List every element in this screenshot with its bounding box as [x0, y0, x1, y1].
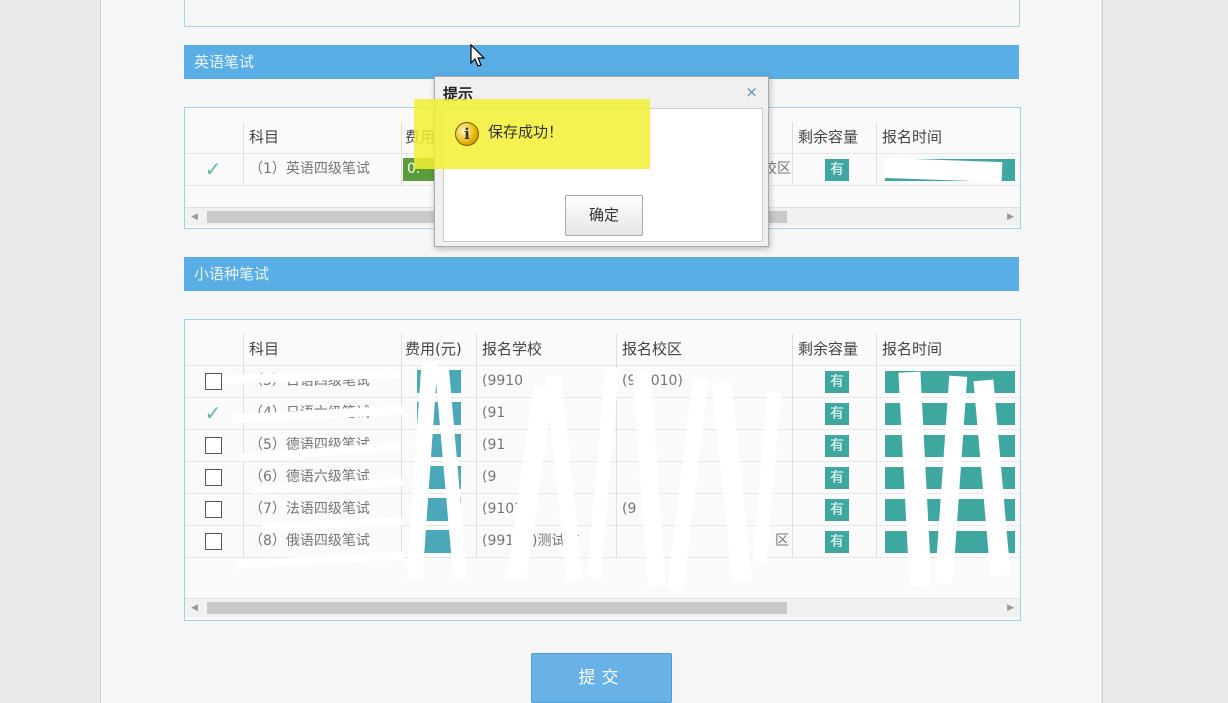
- minor-header-row: 科目 费用(元) 报名学校 报名校区 剩余容量 报名时间: [185, 334, 1020, 366]
- col-fee: 费用(元): [405, 340, 462, 358]
- col-subject: 科目: [249, 340, 280, 358]
- checkbox[interactable]: [205, 373, 222, 390]
- col-time: 报名时间: [882, 128, 943, 146]
- row-campus: (9)1010): [622, 373, 683, 389]
- capacity-badge: 有: [825, 435, 849, 457]
- previous-section-box: [184, 0, 1020, 27]
- scroll-left-icon[interactable]: ◀: [191, 208, 198, 226]
- divider: [243, 122, 244, 186]
- capacity-badge: 有: [825, 531, 849, 553]
- col-school: 报名学校: [482, 340, 543, 358]
- col-campus: 报名校区: [622, 340, 683, 358]
- divider: [401, 122, 402, 186]
- checkbox[interactable]: [205, 469, 222, 486]
- col-time: 报名时间: [882, 340, 943, 358]
- checkbox[interactable]: [205, 501, 222, 518]
- capacity-badge: 有: [825, 467, 849, 489]
- divider: [476, 334, 477, 558]
- scroll-right-icon[interactable]: ▶: [1007, 208, 1014, 226]
- submit-button[interactable]: 提交: [531, 653, 672, 703]
- minor-section-title: 小语种笔试: [194, 265, 270, 283]
- divider: [243, 334, 244, 558]
- row-school: (9: [482, 469, 497, 485]
- left-frame: [0, 0, 101, 703]
- divider: [792, 334, 793, 558]
- row-subject: （1）英语四级笔试: [249, 161, 370, 177]
- redaction: [883, 157, 1003, 183]
- capacity-badge: 有: [825, 499, 849, 521]
- horizontal-scrollbar[interactable]: ◀ ▶: [185, 598, 1020, 617]
- mouse-cursor-icon: [470, 44, 486, 67]
- checkbox[interactable]: [205, 437, 222, 454]
- col-capacity: 剩余容量: [798, 128, 859, 146]
- divider: [876, 122, 877, 186]
- right-frame: [1102, 0, 1228, 703]
- divider: [792, 122, 793, 186]
- checked-icon[interactable]: ✓: [191, 154, 235, 185]
- dialog-message: 保存成功！: [488, 123, 564, 141]
- ok-button[interactable]: 确定: [565, 195, 643, 236]
- english-section-title: 英语笔试: [194, 53, 255, 71]
- col-subject: 科目: [249, 128, 280, 146]
- english-section-header: 英语笔试: [184, 45, 1019, 79]
- checkbox[interactable]: [205, 533, 222, 550]
- scroll-thumb[interactable]: [207, 602, 787, 614]
- capacity-badge: 有: [825, 159, 849, 181]
- row-school: (91: [482, 405, 506, 421]
- row-school: (9910: [482, 373, 524, 389]
- capacity-badge: 有: [825, 371, 849, 393]
- divider: [616, 334, 617, 558]
- info-icon: i: [455, 122, 479, 146]
- row-campus: 区: [775, 533, 789, 549]
- capacity-badge: 有: [825, 403, 849, 425]
- row-subject: （8）俄语四级笔试: [249, 533, 370, 549]
- row-school: (91: [482, 437, 506, 453]
- checked-icon[interactable]: ✓: [191, 398, 235, 429]
- minor-section-header: 小语种笔试: [184, 257, 1019, 291]
- col-capacity: 剩余容量: [798, 340, 859, 358]
- row-campus: (9: [622, 501, 637, 517]
- close-icon[interactable]: ×: [745, 83, 758, 101]
- divider: [876, 334, 877, 558]
- scroll-left-icon[interactable]: ◀: [191, 599, 198, 617]
- scroll-right-icon[interactable]: ▶: [1007, 599, 1014, 617]
